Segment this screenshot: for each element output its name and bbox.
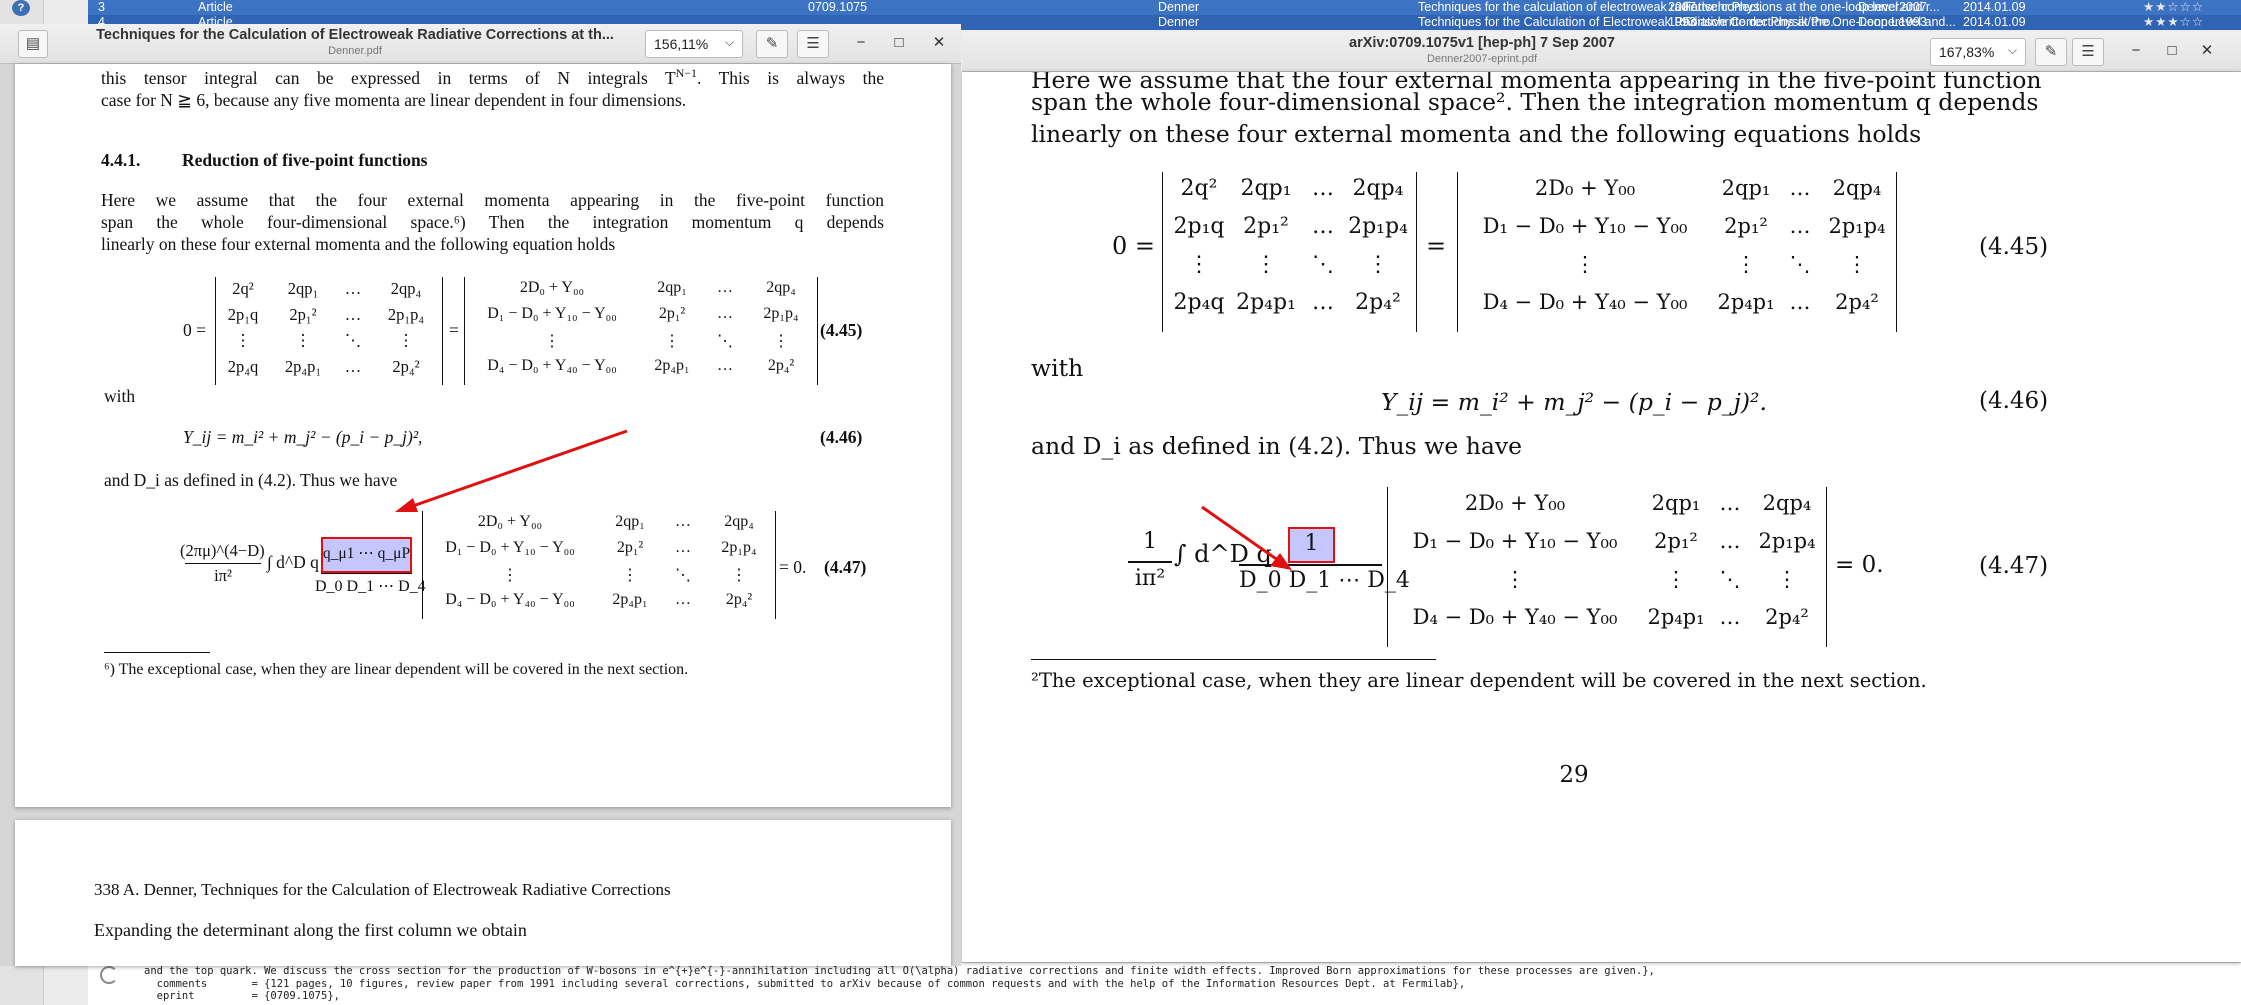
chevron-down-icon: ⌵ xyxy=(724,35,734,49)
sidebar-icon[interactable]: ▤ xyxy=(18,30,48,58)
maximize-icon[interactable]: □ xyxy=(2161,40,2183,62)
left-window-filename: Denner.pdf xyxy=(328,45,382,57)
refresh-icon[interactable] xyxy=(100,966,118,984)
row-bibkey: Denner2007 xyxy=(1858,0,1927,14)
menu-icon[interactable]: ☰ xyxy=(2072,38,2104,66)
left-pdf-next-page[interactable]: 338 A. Denner, Techniques for the Calcul… xyxy=(15,820,951,966)
close-icon[interactable]: ✕ xyxy=(2196,40,2218,62)
maximize-icon[interactable]: □ xyxy=(888,32,910,54)
right-arrow-annotation[interactable] xyxy=(962,72,2241,962)
star-icon[interactable]: ★★☆☆☆ xyxy=(2143,0,2233,15)
row-journal: Fortschritte der Physik/Pro... xyxy=(1683,15,1841,29)
right-zoom-select[interactable]: 167,83% ⌵ xyxy=(1930,38,2026,66)
bibtex-source-panel[interactable]: and the top quark. We discuss the cross … xyxy=(88,962,2241,1005)
table-row[interactable]: 3 Article 0709.1075 Denner Techniques fo… xyxy=(88,0,2241,15)
row-number: 3 xyxy=(98,0,105,14)
right-window-title: arXiv:0709.1075v1 [hep-ph] 7 Sep 2007 xyxy=(1349,35,1615,51)
menu-icon[interactable]: ☰ xyxy=(797,30,829,58)
bibtex-line: eprint = {0709.1075}, xyxy=(144,990,340,1002)
annotate-icon[interactable]: ✎ xyxy=(756,30,788,58)
bibtex-line: and the top quark. We discuss the cross … xyxy=(144,965,1655,977)
left-next-page-header: 338 A. Denner, Techniques for the Calcul… xyxy=(94,880,671,899)
left-window-title: Techniques for the Calculation of Electr… xyxy=(96,27,614,43)
right-title-bar[interactable]: arXiv:0709.1075v1 [hep-ph] 7 Sep 2007 De… xyxy=(962,32,2241,72)
chevron-down-icon: ⌵ xyxy=(2007,43,2017,57)
right-zoom-value: 167,83% xyxy=(1939,44,1995,60)
bibtex-line: comments = {121 pages, 10 figures, revie… xyxy=(144,977,1466,990)
row-type: Article xyxy=(198,0,233,14)
close-icon[interactable]: ✕ xyxy=(928,32,950,54)
left-title-bar[interactable]: ▤ Techniques for the Calculation of Elec… xyxy=(0,24,961,64)
row-bibkey: Denner1993 xyxy=(1858,15,1927,29)
left-pdf-page[interactable]: this tensor integral can be expressed in… xyxy=(15,64,951,807)
left-zoom-value: 156,11% xyxy=(654,36,709,52)
minimize-icon[interactable]: − xyxy=(2125,40,2147,62)
left-arrow-annotation[interactable] xyxy=(15,64,951,807)
row-journal: Fortschr.Phys. xyxy=(1683,0,1763,14)
row-added: 2014.01.09 xyxy=(1963,15,2026,29)
minimize-icon[interactable]: − xyxy=(850,32,872,54)
row-added: 2014.01.09 xyxy=(1963,0,2026,14)
left-next-page-text: Expanding the determinant along the firs… xyxy=(94,920,527,940)
right-pdf-page[interactable]: Here we assume that the four external mo… xyxy=(962,72,2241,962)
annotate-icon[interactable]: ✎ xyxy=(2035,38,2067,66)
row-author: Denner xyxy=(1158,0,1199,14)
left-zoom-select[interactable]: 156,11% ⌵ xyxy=(645,30,743,58)
star-icon[interactable]: ★★★☆☆ xyxy=(2143,15,2233,30)
right-pdf-viewer-window: arXiv:0709.1075v1 [hep-ph] 7 Sep 2007 De… xyxy=(962,32,2241,962)
right-window-filename: Denner2007-eprint.pdf xyxy=(1426,53,1538,65)
row-author: Denner xyxy=(1158,15,1199,29)
left-pdf-viewer-window: ▤ Techniques for the Calculation of Elec… xyxy=(0,24,961,966)
help-icon[interactable]: ? xyxy=(12,0,30,16)
row-key: 0709.1075 xyxy=(808,0,868,14)
